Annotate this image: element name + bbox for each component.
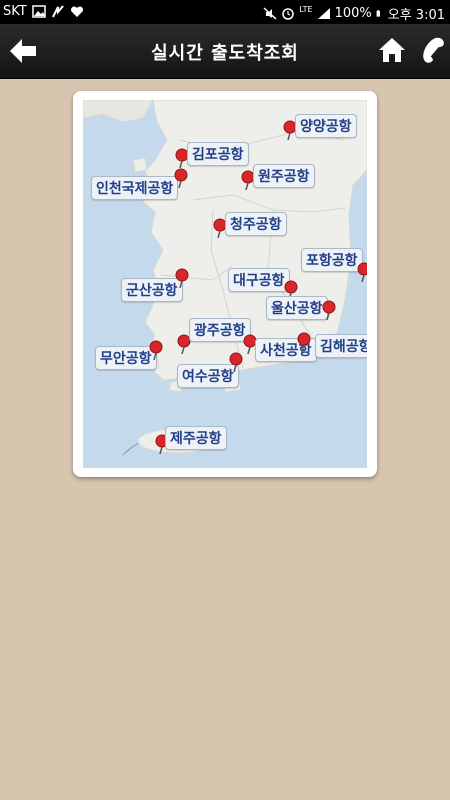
airport-marker-gimhae[interactable]: 김해공항 [297, 332, 367, 360]
airport-marker-yeosu[interactable]: 여수공항 [177, 352, 243, 388]
home-icon[interactable] [378, 36, 406, 64]
airport-marker-daegu[interactable]: 대구공항 [228, 268, 298, 300]
alarm-icon [282, 8, 295, 20]
airport-marker-incheon[interactable]: 인천국제공항 [91, 168, 188, 202]
carrier-label: SKT [3, 4, 27, 19]
airport-label: 양양공항 [295, 114, 357, 138]
pin-icon [357, 262, 367, 282]
battery-percent: 100% [334, 6, 372, 21]
airport-marker-gimpo[interactable]: 김포공항 [175, 142, 249, 168]
airport-marker-wonju[interactable]: 원주공항 [241, 164, 315, 190]
airport-marker-ulsan[interactable]: 울산공항 [266, 296, 336, 322]
pin-icon [297, 332, 311, 352]
mute-icon [263, 7, 277, 20]
pin-icon [174, 168, 188, 188]
airport-marker-gwangju[interactable]: 광주공항 [177, 318, 251, 354]
pin-icon [175, 268, 189, 288]
airport-marker-cheongju[interactable]: 청주공항 [213, 212, 287, 238]
airport-label: 김포공항 [187, 142, 249, 166]
clock: 오후 3:01 [387, 8, 445, 23]
korea-map: 양양공항 김포공항 원주공항 인천국제공항 청주공항 포항공항 대구공항 군산공… [83, 100, 367, 468]
pin-icon [322, 300, 336, 320]
airport-label: 광주공항 [189, 318, 251, 342]
airport-map-card: 양양공항 김포공항 원주공항 인천국제공항 청주공항 포항공항 대구공항 군산공… [73, 91, 377, 477]
app-bar: 실시간 출도착조회 [0, 24, 450, 79]
no-sim-icon [51, 5, 64, 18]
airport-label: 인천국제공항 [91, 176, 179, 200]
pin-icon [229, 352, 243, 372]
airport-label: 제주공항 [165, 426, 227, 450]
network-label: LTE [299, 5, 313, 14]
signal-icon [317, 8, 330, 19]
airport-label: 울산공항 [266, 296, 328, 320]
phone-icon[interactable] [418, 34, 444, 66]
airport-label: 무안공항 [95, 346, 157, 370]
battery-icon [376, 10, 380, 17]
status-bar: SKT LTE 100% 오후 3:01 [0, 0, 450, 24]
airport-marker-gunsan[interactable]: 군산공항 [121, 268, 189, 304]
airport-marker-muan[interactable]: 무안공항 [95, 340, 163, 372]
airport-label: 대구공항 [228, 268, 290, 292]
heart-icon [70, 6, 83, 17]
airport-marker-pohang[interactable]: 포항공항 [301, 248, 367, 282]
airport-marker-yangyang[interactable]: 양양공항 [283, 114, 357, 140]
airport-label: 김해공항 [315, 334, 367, 358]
airport-label: 청주공항 [225, 212, 287, 236]
airport-label: 군산공항 [121, 278, 183, 302]
image-icon [31, 5, 46, 18]
airport-label: 원주공항 [253, 164, 315, 188]
airport-marker-jeju[interactable]: 제주공항 [155, 426, 227, 454]
airport-label: 포항공항 [301, 248, 363, 272]
pin-icon [149, 340, 163, 360]
